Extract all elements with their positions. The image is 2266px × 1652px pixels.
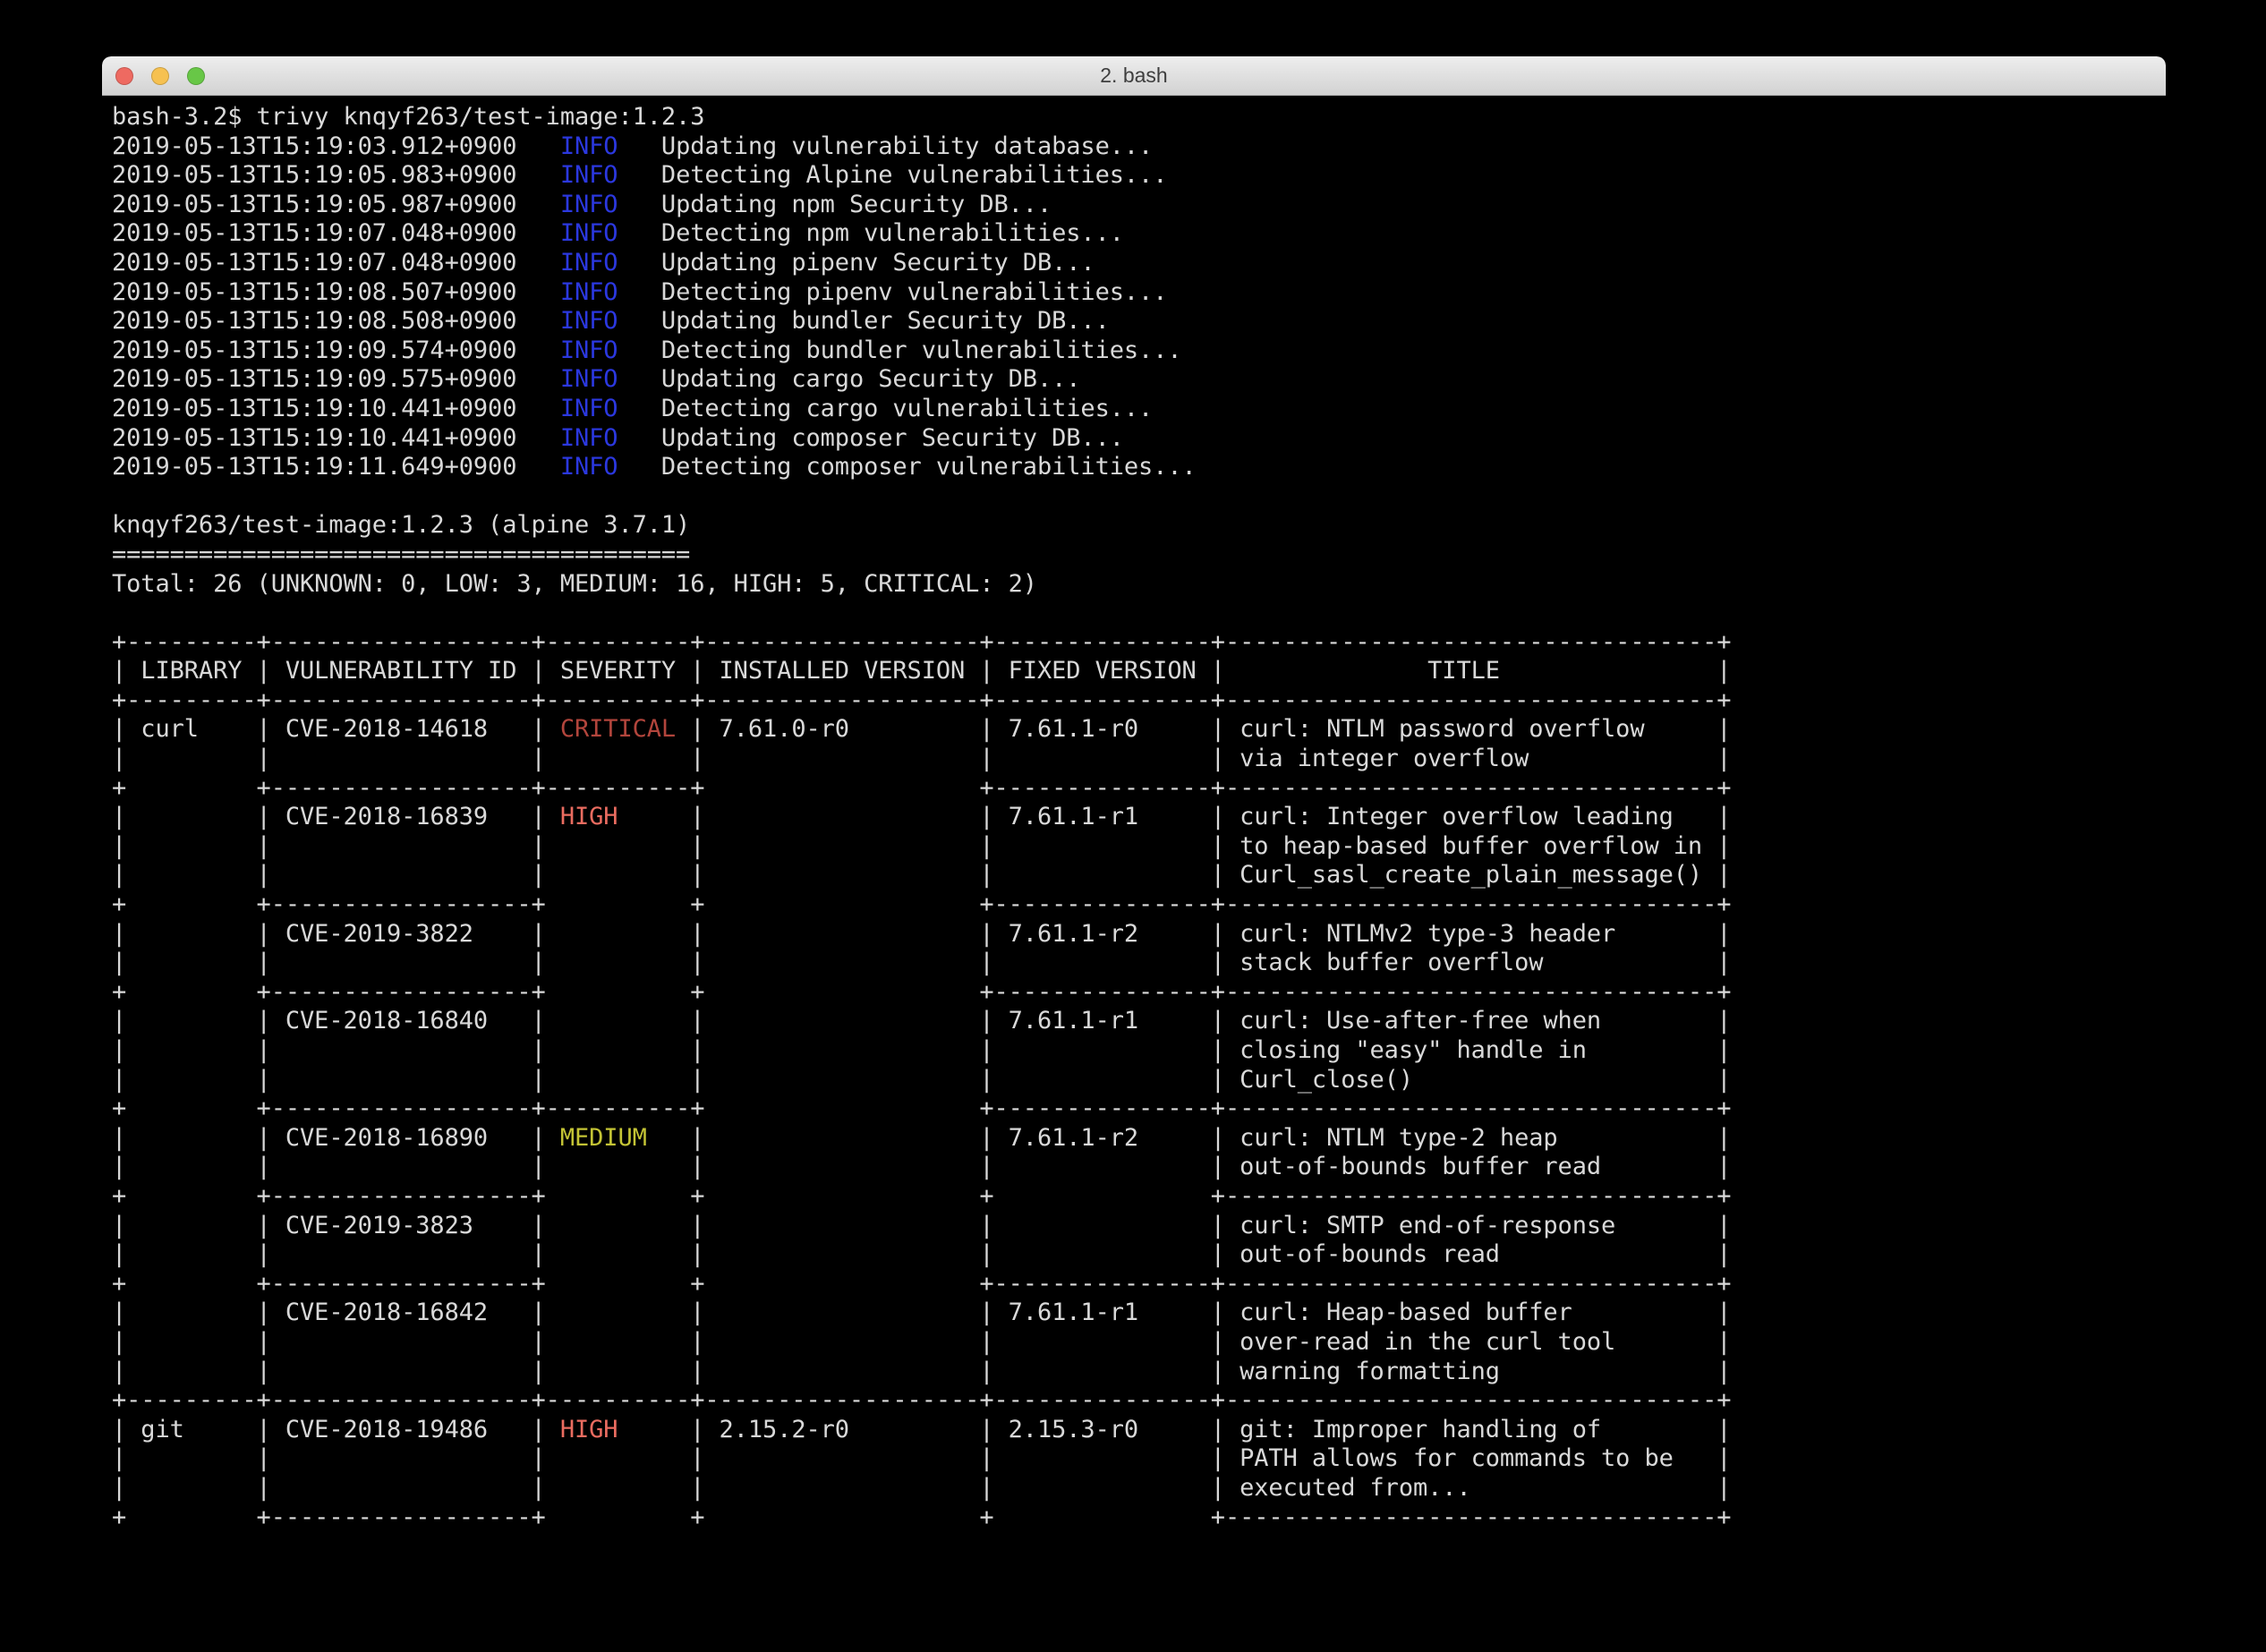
log-line: 2019-05-13T15:19:11.649+0900 INFO Detect… [112,453,2156,482]
log-line: 2019-05-13T15:19:10.441+0900 INFO Updati… [112,424,2156,454]
table-row-separator: + +------------------+----------+ +-----… [112,1094,2156,1124]
table-header-border: +---------+------------------+----------… [112,686,2156,716]
log-line: 2019-05-13T15:19:05.987+0900 INFO Updati… [112,191,2156,220]
vulnerability-row-line: | | | | | | warning formatting | [112,1358,2156,1387]
log-level-info: INFO [560,307,618,335]
vulnerability-row-line: | | CVE-2019-3822 | | | 7.61.1-r2 | curl… [112,920,2156,949]
vulnerability-row-line: | | CVE-2018-16839 | HIGH | | 7.61.1-r1 … [112,803,2156,832]
vulnerability-row-line: | | | | | | out-of-bounds buffer read | [112,1153,2156,1182]
close-button[interactable] [115,67,133,85]
severity-high: HIGH [560,803,618,830]
table-header-row: | LIBRARY | VULNERABILITY ID | SEVERITY … [112,657,2156,686]
vulnerability-row-line: | | | | | | via integer overflow | [112,745,2156,774]
log-level-info: INFO [560,249,618,277]
vulnerability-row-line: | | CVE-2018-16840 | | | 7.61.1-r1 | cur… [112,1007,2156,1036]
log-level-info: INFO [560,191,618,218]
log-level-info: INFO [560,278,618,306]
table-top-border: +---------+------------------+----------… [112,628,2156,658]
minimize-button[interactable] [151,67,169,85]
blank-line [112,482,2156,512]
log-line: 2019-05-13T15:19:08.508+0900 INFO Updati… [112,307,2156,336]
terminal-content[interactable]: bash-3.2$ trivy knqyf263/test-image:1.2.… [102,96,2166,1652]
vulnerability-row-line: | | CVE-2019-3823 | | | | curl: SMTP end… [112,1212,2156,1241]
log-level-info: INFO [560,424,618,452]
scan-target-underline: ======================================== [112,541,2156,570]
log-level-info: INFO [560,395,618,422]
vulnerability-row-line: | | | | | | PATH allows for commands to … [112,1444,2156,1474]
table-row-separator: + +------------------+ + +--------------… [112,890,2156,920]
log-level-info: INFO [560,132,618,160]
scan-summary: Total: 26 (UNKNOWN: 0, LOW: 3, MEDIUM: 1… [112,570,2156,600]
severity-high: HIGH [560,1416,618,1443]
table-row-separator: + +------------------+ + + +------------… [112,1503,2156,1533]
shell-prompt-line: bash-3.2$ trivy knqyf263/test-image:1.2.… [112,103,2156,132]
log-line: 2019-05-13T15:19:08.507+0900 INFO Detect… [112,278,2156,308]
log-line: 2019-05-13T15:19:09.575+0900 INFO Updati… [112,365,2156,395]
table-row-separator: + +------------------+ + + +------------… [112,1182,2156,1212]
log-line: 2019-05-13T15:19:10.441+0900 INFO Detect… [112,395,2156,424]
window-title: 2. bash [102,56,2166,95]
log-level-info: INFO [560,365,618,393]
log-level-info: INFO [560,161,618,189]
log-line: 2019-05-13T15:19:07.048+0900 INFO Updati… [112,249,2156,278]
log-line: 2019-05-13T15:19:09.574+0900 INFO Detect… [112,336,2156,366]
table-row-separator: + +------------------+----------+ +-----… [112,774,2156,804]
severity-critical: CRITICAL [560,715,676,743]
vulnerability-row-line: | | | | | | Curl_close() | [112,1066,2156,1095]
zoom-button[interactable] [187,67,205,85]
traffic-lights [115,67,205,85]
log-line: 2019-05-13T15:19:05.983+0900 INFO Detect… [112,161,2156,191]
vulnerability-row-line: | | CVE-2018-16842 | | | 7.61.1-r1 | cur… [112,1299,2156,1328]
log-level-info: INFO [560,453,618,481]
vulnerability-row-line: | | | | | | stack buffer overflow | [112,949,2156,978]
table-row-separator: + +------------------+ + +--------------… [112,978,2156,1008]
vulnerability-row-line: | git | CVE-2018-19486 | HIGH | 2.15.2-r… [112,1416,2156,1445]
vulnerability-row-line: | | | | | | out-of-bounds read | [112,1240,2156,1270]
vulnerability-row-line: | | CVE-2018-16890 | MEDIUM | | 7.61.1-r… [112,1124,2156,1154]
terminal-window: 2. bash bash-3.2$ trivy knqyf263/test-im… [102,56,2166,1652]
vulnerability-row-line: | curl | CVE-2018-14618 | CRITICAL | 7.6… [112,715,2156,745]
severity-medium: MEDIUM [560,1124,647,1152]
vulnerability-row-line: | | | | | | to heap-based buffer overflo… [112,832,2156,862]
title-bar[interactable]: 2. bash [102,56,2166,96]
vulnerability-row-line: | | | | | | executed from... | [112,1474,2156,1503]
log-line: 2019-05-13T15:19:03.912+0900 INFO Updati… [112,132,2156,162]
scan-target: knqyf263/test-image:1.2.3 (alpine 3.7.1) [112,511,2156,541]
vulnerability-row-line: | | | | | | over-read in the curl tool | [112,1328,2156,1358]
log-line: 2019-05-13T15:19:07.048+0900 INFO Detect… [112,219,2156,249]
vulnerability-row-line: | | | | | | closing "easy" handle in | [112,1036,2156,1066]
table-row-separator: + +------------------+ + +--------------… [112,1270,2156,1299]
log-level-info: INFO [560,219,618,247]
table-row-separator: +---------+------------------+----------… [112,1386,2156,1416]
log-level-info: INFO [560,336,618,364]
blank-line [112,599,2156,628]
vulnerability-row-line: | | | | | | Curl_sasl_create_plain_messa… [112,861,2156,890]
